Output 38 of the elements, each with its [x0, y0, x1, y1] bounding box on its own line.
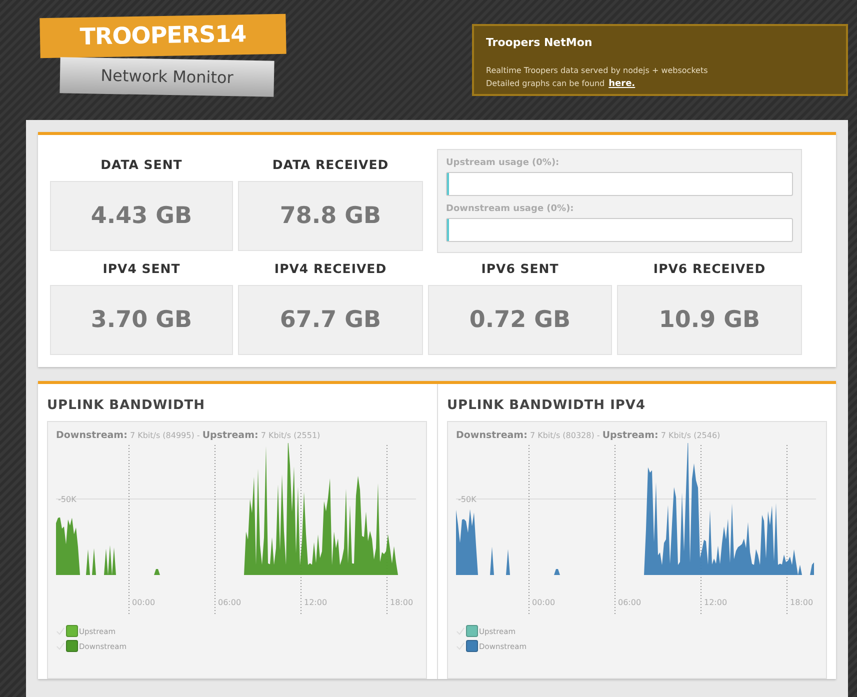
stat-label: IPV6 SENT	[481, 260, 559, 278]
check-icon[interactable]	[456, 642, 465, 650]
check-icon[interactable]	[56, 642, 65, 650]
graph-title: UPLINK BANDWIDTH IPV4	[447, 398, 647, 413]
stat-value: 4.43 GB	[50, 181, 233, 251]
info-title: Troopers NetMon	[486, 36, 594, 49]
axis-label: 00:00	[532, 598, 556, 607]
stat-value: 0.72 GB	[428, 285, 612, 355]
logo-title: TROOPERS14	[40, 14, 286, 58]
info-text: Detailed graphs can be found	[486, 79, 605, 88]
graph-title: UPLINK BANDWIDTH	[47, 398, 206, 413]
graph-readout: Downstream: 7 Kbit/s (84995) - Upstream: 7 Kbit/s (2551)	[56, 430, 322, 441]
info-text: Realtime Troopers data served by nodejs + websockets	[486, 65, 709, 77]
axis-label: 12:00	[704, 598, 728, 607]
axis-label: -50K	[58, 495, 76, 504]
axis-label: 12:00	[304, 598, 328, 607]
usage-label: Downstream usage (0%):	[446, 204, 575, 214]
info-link[interactable]: here.	[608, 79, 636, 89]
stat-value: 10.9 GB	[617, 285, 802, 355]
graph-readout: Downstream: 7 Kbit/s (80328) - Upstream: 7 Kbit/s (2546)	[456, 430, 722, 441]
logo-subtitle: Network Monitor	[60, 57, 274, 97]
stat-label: DATA RECEIVED	[272, 156, 389, 174]
axis-label: 18:00	[790, 598, 814, 607]
stat-label: IPV6 RECEIVED	[653, 260, 766, 278]
stat-label: IPV4 SENT	[102, 260, 180, 278]
usage-label: Upstream usage (0%):	[446, 158, 560, 168]
stat-value: 67.7 GB	[238, 285, 423, 355]
stat-value: 78.8 GB	[238, 181, 423, 251]
axis-label: -50K	[458, 495, 476, 504]
axis-label: 18:00	[390, 598, 414, 607]
axis-label: 06:00	[618, 598, 642, 607]
axis-label: 00:00	[132, 598, 156, 607]
stat-value: 3.70 GB	[50, 285, 233, 355]
check-icon[interactable]	[456, 626, 465, 636]
axis-label: 06:00	[218, 598, 242, 607]
check-icon[interactable]	[56, 626, 65, 636]
stat-label: DATA SENT	[100, 156, 182, 174]
stat-label: IPV4 RECEIVED	[274, 260, 387, 278]
